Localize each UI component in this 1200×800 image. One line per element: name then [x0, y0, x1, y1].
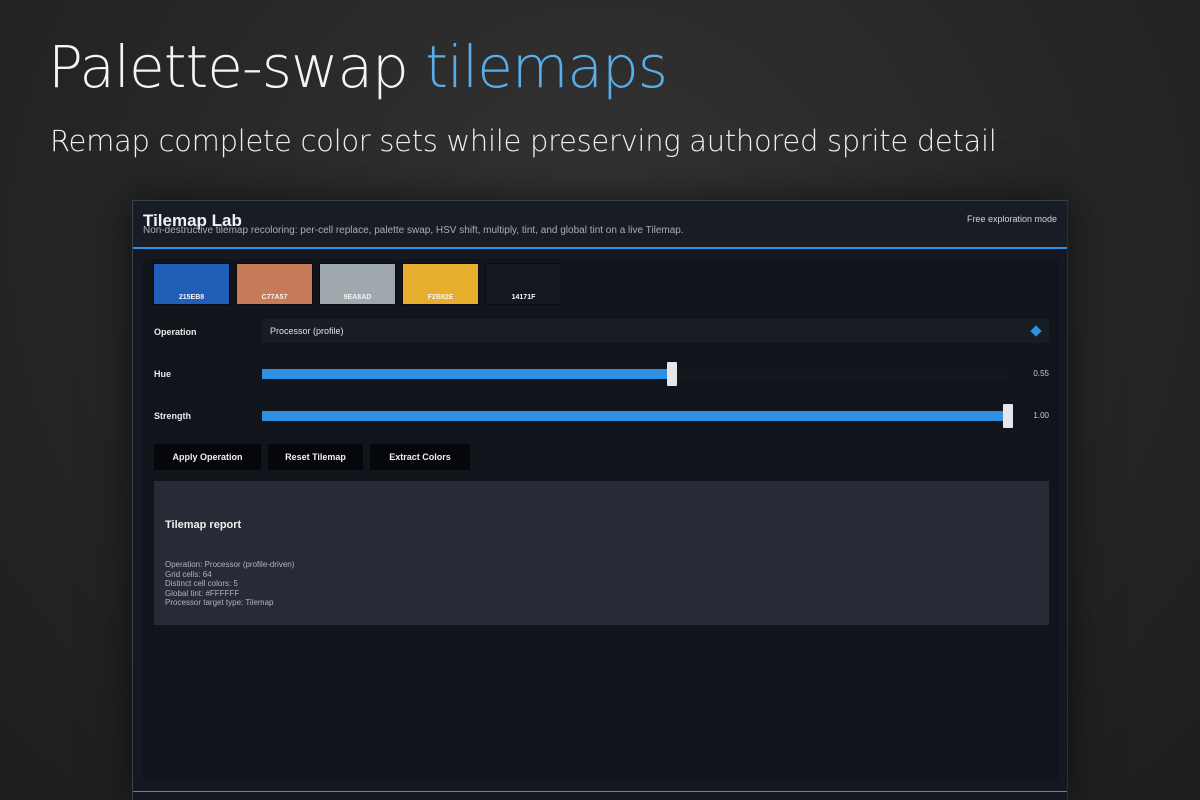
operation-value: Processor (profile)	[270, 326, 344, 336]
operation-label: Operation	[154, 327, 197, 337]
extract-colors-button[interactable]: Extract Colors	[370, 444, 470, 470]
report-title: Tilemap report	[165, 519, 242, 531]
hero-title-main: Palette-swap	[48, 33, 426, 101]
strength-label: Strength	[154, 411, 191, 421]
hue-label: Hue	[154, 369, 172, 379]
mode-label: Free exploration mode	[966, 214, 1057, 224]
swatch-label: C77A57	[261, 294, 288, 301]
operation-select[interactable]: Processor (profile)	[262, 319, 1049, 343]
window-bottom-accent	[133, 791, 1067, 792]
strength-slider[interactable]	[262, 404, 1013, 428]
hue-slider[interactable]	[262, 362, 1008, 386]
hue-slider-handle[interactable]	[667, 362, 678, 386]
report-line: Global tint: #FFFFFF	[165, 588, 240, 598]
window-description: Non-destructive tilemap recoloring: per-…	[143, 225, 684, 236]
color-swatch[interactable]: 14171F	[485, 263, 562, 305]
hero-title: Palette-swap tilemaps	[48, 38, 668, 96]
tilemap-report: Tilemap report Operation: Processor (pro…	[154, 481, 1049, 625]
swatch-label: 215EB8	[178, 294, 205, 301]
swatch-label: 14171F	[511, 294, 536, 301]
report-line: Operation: Processor (profile-driven)	[165, 560, 295, 569]
color-swatch[interactable]: 9EA8AD	[319, 263, 396, 305]
hue-value: 0.55	[1033, 369, 1049, 378]
tilemap-lab-window: Tilemap Lab Non-destructive tilemap reco…	[132, 200, 1068, 800]
palette-swatches: 215EB8 C77A57 9EA8AD F2B82E 14171F	[153, 263, 562, 305]
report-lines: Operation: Processor (profile-driven) Gr…	[165, 560, 294, 608]
color-swatch[interactable]: F2B82E	[402, 263, 479, 305]
dropdown-diamond-icon	[1030, 325, 1042, 337]
strength-slider-fill	[262, 411, 1008, 421]
strength-value: 1.00	[1033, 411, 1049, 420]
report-line: Processor target type: Tilemap	[165, 598, 274, 607]
swatch-label: 9EA8AD	[343, 294, 372, 301]
report-line: Grid cells: 64	[165, 569, 212, 579]
hue-slider-fill	[262, 369, 673, 379]
apply-operation-button[interactable]: Apply Operation	[154, 444, 261, 470]
reset-tilemap-button[interactable]: Reset Tilemap	[268, 444, 363, 470]
hero-title-accent: tilemaps	[425, 33, 668, 101]
hero-subtitle: Remap complete color sets while preservi…	[50, 124, 997, 158]
controls-panel: 215EB8 C77A57 9EA8AD F2B82E 14171F Opera…	[143, 259, 1059, 781]
window-header: Tilemap Lab Non-destructive tilemap reco…	[133, 201, 1067, 249]
color-swatch[interactable]: 215EB8	[153, 263, 230, 305]
report-line: Distinct cell colors: 5	[165, 579, 238, 588]
color-swatch[interactable]: C77A57	[236, 263, 313, 305]
strength-slider-handle[interactable]	[1003, 404, 1013, 428]
swatch-label: F2B82E	[427, 294, 454, 301]
